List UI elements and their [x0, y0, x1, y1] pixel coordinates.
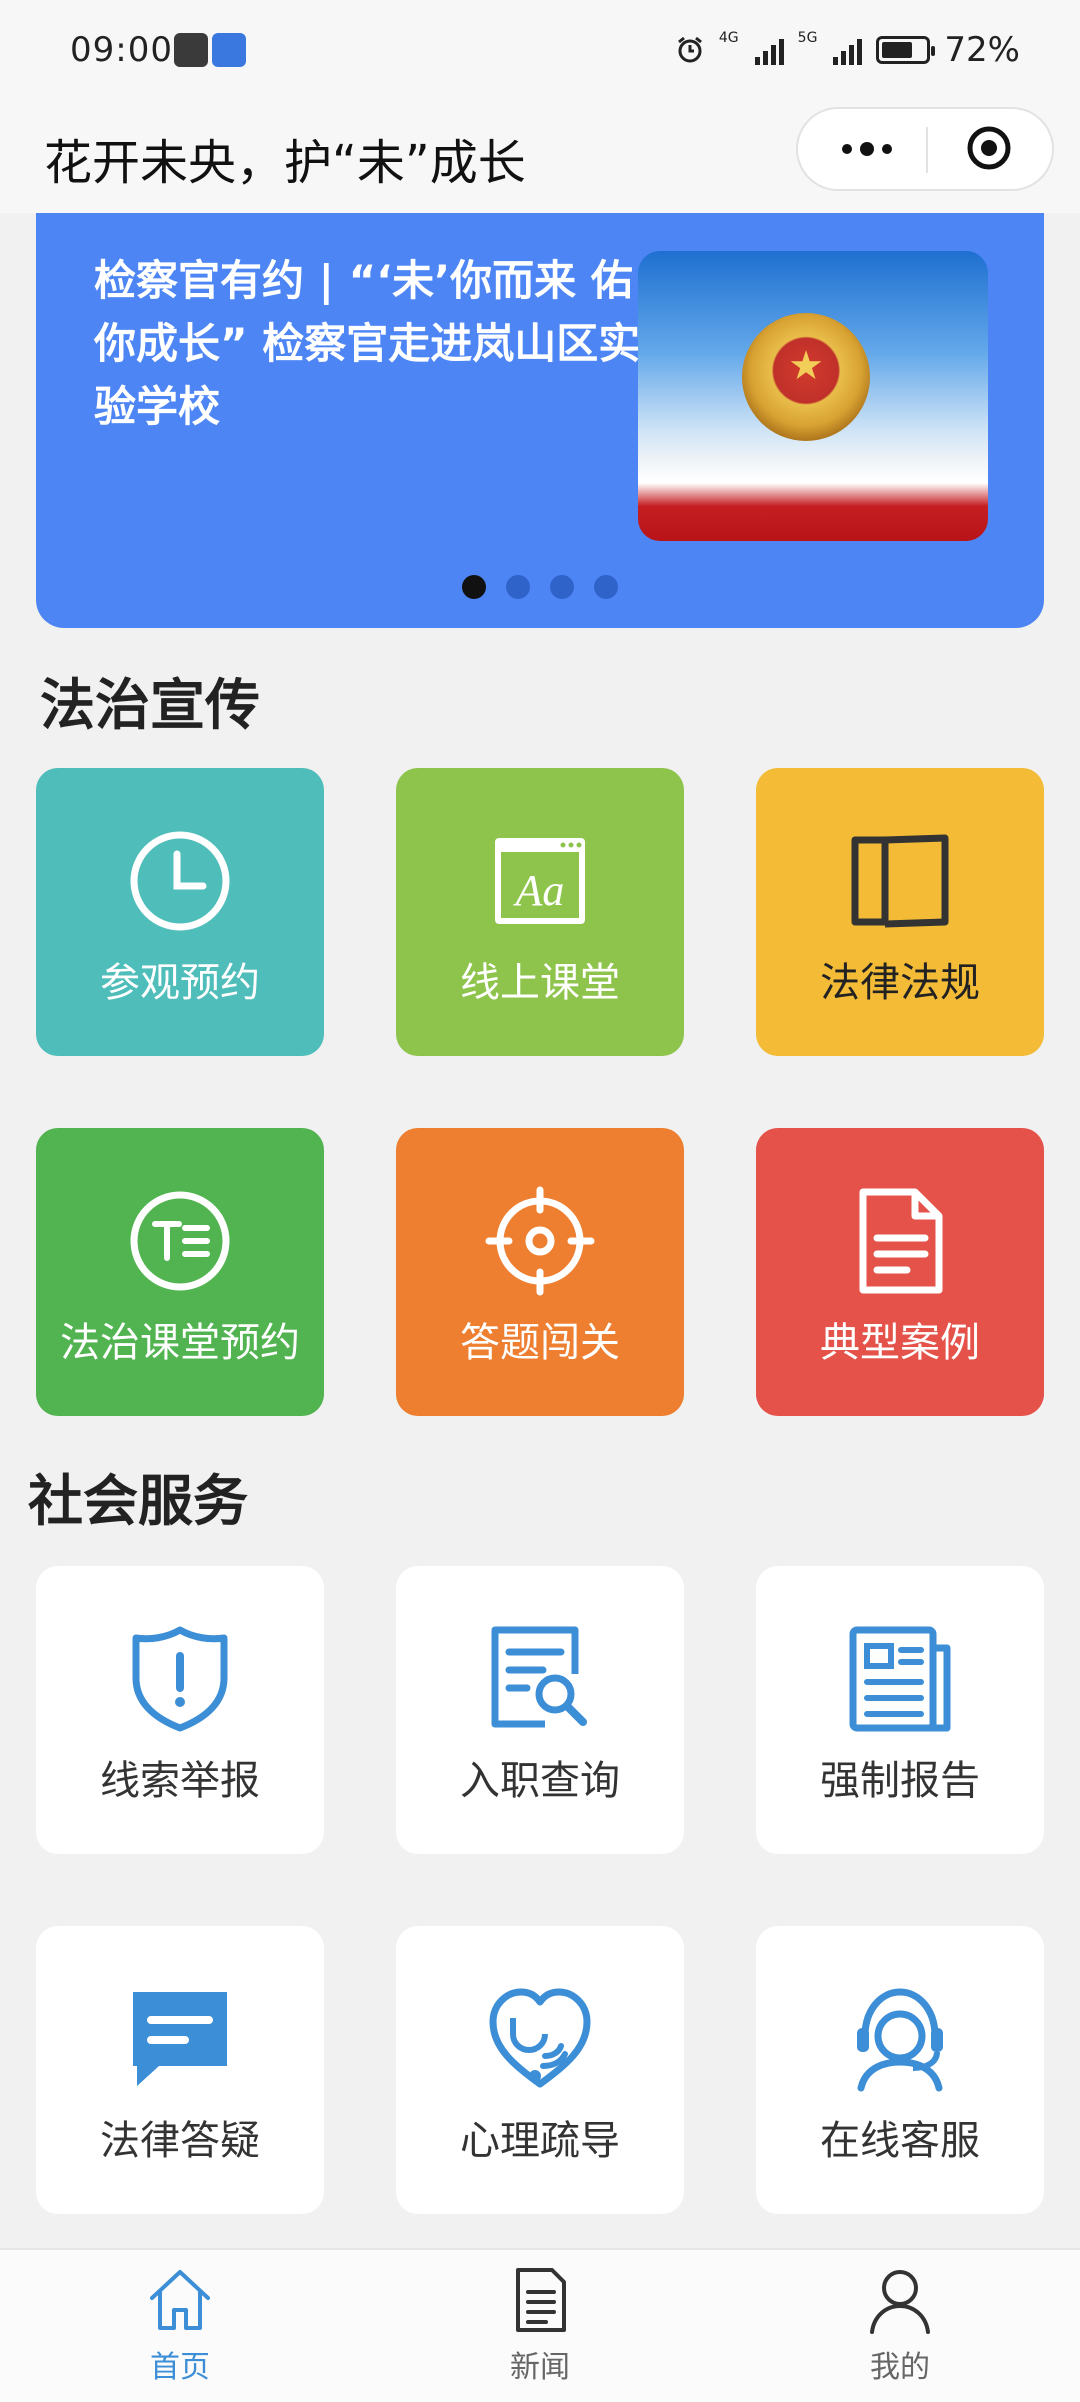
tile-label: 线索举报 [100, 1758, 260, 1804]
headset-agent-icon [857, 1988, 943, 2092]
battery-icon [876, 36, 936, 64]
tile-online-service[interactable]: 在线客服 [756, 1926, 1044, 2214]
signal-5g-icon [833, 35, 863, 65]
signal-label-5g: 5G [797, 30, 818, 46]
app-notification-icon [212, 33, 246, 67]
tile-label: 参观预约 [100, 960, 260, 1006]
document-icon [859, 1188, 943, 1294]
nav-mine[interactable]: 我的 [800, 2266, 1000, 2386]
newspaper-icon [849, 1626, 951, 1732]
svg-text:Aa: Aa [513, 866, 565, 915]
tile-legal-class-reservation[interactable]: 法治课堂预约 [36, 1128, 324, 1416]
font-window-icon: Aa [495, 838, 585, 924]
user-icon [870, 2270, 930, 2334]
nav-label: 我的 [870, 2350, 930, 2385]
close-mini-program-button[interactable] [966, 125, 1012, 171]
tile-psych-counseling[interactable]: 心理疏导 [396, 1926, 684, 2214]
tile-visit-reservation[interactable]: 参观预约 [36, 768, 324, 1056]
tile-label: 法律答疑 [100, 2118, 260, 2164]
status-time: 09:00 [70, 30, 173, 70]
tile-label: 法治课堂预约 [60, 1320, 300, 1366]
procuratorate-emblem-image [742, 313, 870, 441]
nav-home[interactable]: 首页 [80, 2266, 280, 2386]
tile-laws-regulations[interactable]: 法律法规 [756, 768, 1044, 1056]
banner-headline[interactable]: 检察官有约 | “‘未’你而来 佑你成长” 检察官走进岚山区实验学校 [94, 249, 654, 438]
carousel-dot[interactable] [594, 575, 618, 599]
carousel-dot[interactable] [550, 575, 574, 599]
tile-label: 典型案例 [820, 1320, 980, 1366]
tile-label: 强制报告 [820, 1758, 980, 1804]
home-icon [150, 2270, 210, 2330]
tile-label: 在线客服 [820, 2118, 980, 2164]
tile-legal-qa[interactable]: 法律答疑 [36, 1926, 324, 2214]
status-right: 4G 5G 72% [675, 30, 1020, 70]
title-bar: 花开未央，护“未”成长 [0, 105, 1080, 213]
open-book-icon [851, 834, 949, 928]
status-bar: 09:00 4G 5G 72% [0, 0, 1080, 105]
section-title-legal-promotion: 法治宣传 [40, 673, 261, 737]
tile-online-class[interactable]: Aa 线上课堂 [396, 768, 684, 1056]
tile-mandatory-report[interactable]: 强制报告 [756, 1566, 1044, 1854]
nav-label: 首页 [150, 2350, 210, 2385]
tile-label: 答题闯关 [460, 1320, 620, 1366]
carousel-dot[interactable] [506, 575, 530, 599]
nav-label: 新闻 [510, 2350, 570, 2385]
bottom-navigation: 首页 新闻 我的 [0, 2248, 1080, 2402]
carousel-dot[interactable] [462, 575, 486, 599]
upload-notification-icon [174, 33, 208, 67]
document-search-icon [491, 1626, 587, 1728]
battery-percent: 72% [944, 30, 1020, 70]
capsule-divider [926, 127, 928, 173]
news-icon [516, 2268, 566, 2332]
tile-typical-cases[interactable]: 典型案例 [756, 1128, 1044, 1416]
tile-label: 法律法规 [820, 960, 980, 1006]
signal-label-4g: 4G [718, 30, 739, 46]
heart-stethoscope-icon [489, 1988, 591, 2088]
tile-clue-report[interactable]: 线索举报 [36, 1566, 324, 1854]
carousel-indicators [36, 575, 1044, 599]
shield-alert-icon [132, 1626, 228, 1732]
tile-label: 心理疏导 [460, 2118, 620, 2164]
banner-image[interactable] [638, 251, 988, 541]
tile-employment-inquiry[interactable]: 入职查询 [396, 1566, 684, 1854]
tile-label: 线上课堂 [460, 960, 620, 1006]
signal-4g-icon [754, 35, 784, 65]
more-menu-button[interactable] [832, 109, 902, 189]
text-circle-icon [130, 1191, 230, 1291]
mini-program-capsule [796, 107, 1054, 191]
tile-quiz-challenge[interactable]: 答题闯关 [396, 1128, 684, 1416]
section-title-social-service: 社会服务 [28, 1469, 249, 1533]
alarm-icon [677, 36, 702, 63]
crosshair-icon [485, 1186, 595, 1296]
clock-icon [130, 831, 230, 931]
news-banner-carousel[interactable]: 检察官有约 | “‘未’你而来 佑你成长” 检察官走进岚山区实验学校 [36, 213, 1044, 628]
chat-bubble-icon [133, 1992, 227, 2086]
nav-news[interactable]: 新闻 [440, 2266, 640, 2386]
tile-label: 入职查询 [460, 1758, 620, 1804]
page-title: 花开未央，护“未”成长 [44, 135, 526, 191]
